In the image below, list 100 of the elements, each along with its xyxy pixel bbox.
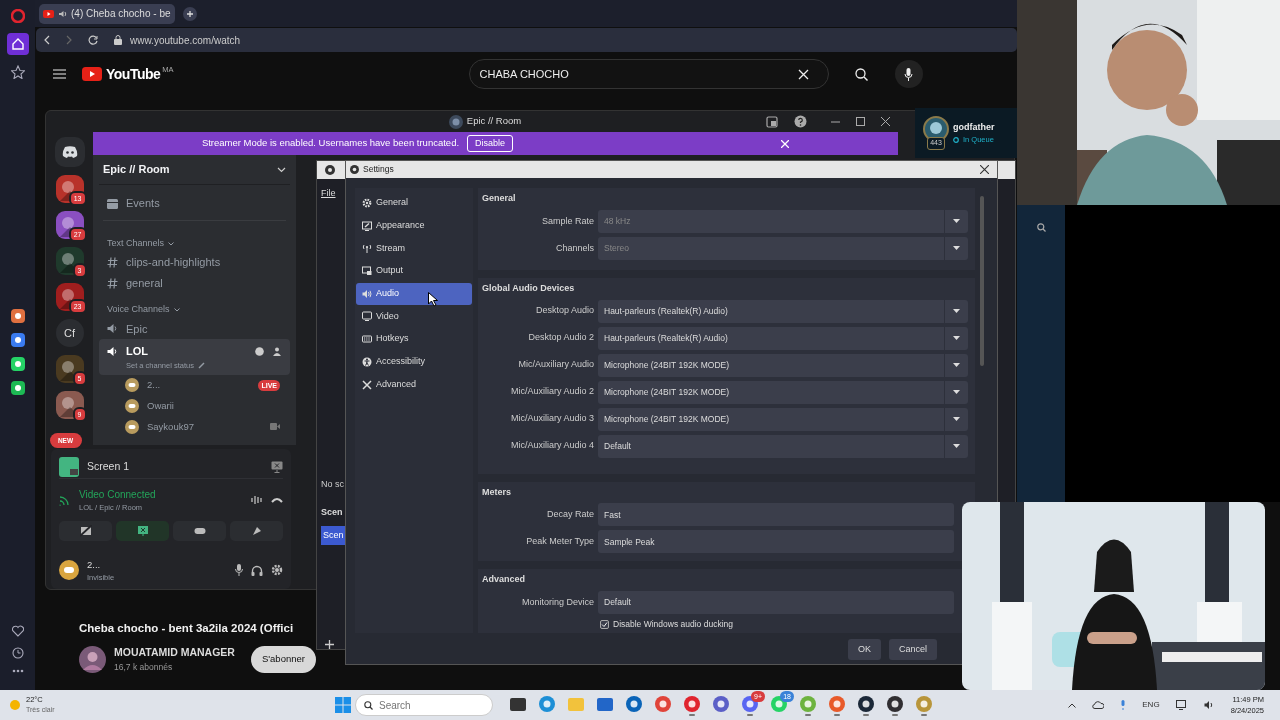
settings-nav-item[interactable]: General — [356, 192, 472, 214]
app-icon[interactable] — [886, 694, 904, 713]
star-icon[interactable] — [10, 65, 25, 79]
pencil-icon[interactable] — [197, 361, 205, 369]
headphones-icon[interactable] — [251, 564, 263, 576]
browser-tab[interactable]: (4) Cheba chocho - be — [39, 3, 175, 24]
volume-icon[interactable] — [1203, 700, 1215, 710]
settings-nav-item[interactable]: Audio — [356, 282, 472, 305]
screen-share-button[interactable] — [116, 521, 169, 542]
ok-button[interactable]: OK — [847, 639, 881, 660]
connection-status[interactable]: Video Connected — [79, 487, 243, 502]
scrollbar[interactable] — [980, 196, 984, 366]
channel-item[interactable]: general — [99, 273, 290, 294]
chevron-icon[interactable] — [168, 241, 175, 246]
settings-nav-item[interactable]: Accessibility — [356, 350, 472, 373]
home-icon[interactable] — [6, 33, 29, 55]
close-icon[interactable] — [881, 117, 890, 126]
dropdown[interactable]: Default — [598, 434, 968, 458]
dropdown[interactable]: Microphone (24BIT 192K MODE) — [598, 353, 968, 377]
section-title: Global Audio Devices — [482, 282, 576, 294]
settings-nav-item[interactable]: Appearance — [356, 214, 472, 237]
subscribe-button[interactable]: S'abonner — [250, 646, 316, 673]
close-icon[interactable] — [980, 165, 989, 174]
field-label: Sample Rate — [540, 214, 595, 228]
microphone-icon[interactable] — [235, 564, 243, 577]
dropdown[interactable]: Microphone (24BIT 192K MODE) — [598, 407, 968, 431]
server-icon[interactable]: Cf — [55, 319, 84, 347]
menu-icon[interactable] — [53, 69, 66, 79]
address-field[interactable]: www.youtube.com/watch — [130, 32, 241, 48]
settings-nav-item[interactable]: Advanced — [356, 373, 472, 396]
clear-icon[interactable] — [797, 68, 809, 80]
category-label[interactable]: Text Channels — [107, 236, 165, 251]
chevron-icon[interactable] — [173, 307, 180, 312]
activity-button[interactable] — [173, 521, 226, 542]
dropdown[interactable]: Fast — [598, 503, 954, 527]
server-icon[interactable] — [55, 247, 84, 275]
settings-icon[interactable] — [271, 564, 283, 577]
new-tab-icon[interactable] — [182, 6, 197, 21]
app-logo — [325, 165, 335, 175]
camera-button[interactable] — [59, 521, 112, 542]
channel-avatar[interactable] — [79, 646, 106, 673]
soundboard-button[interactable] — [230, 521, 283, 542]
dropdown[interactable]: Haut-parleurs (Realtek(R) Audio) — [598, 326, 968, 350]
menu-item[interactable]: File — [321, 187, 336, 201]
clock-icon[interactable] — [11, 647, 24, 659]
dropdown[interactable]: Default — [598, 591, 954, 615]
maximize-icon[interactable] — [856, 117, 865, 126]
hang-up-icon[interactable] — [271, 497, 283, 504]
browser-logo-icon[interactable] — [10, 9, 25, 23]
checkbox[interactable]: Disable Windows audio ducking — [598, 618, 733, 631]
channel-item[interactable]: Epic — [99, 318, 290, 340]
search-icon[interactable] — [1036, 223, 1046, 232]
search-field[interactable]: Search — [377, 696, 477, 714]
subscriber-count: 16,7 k abonnés — [114, 661, 174, 674]
category-label[interactable]: Voice Channels — [107, 303, 170, 317]
start-icon[interactable] — [335, 697, 351, 713]
language-indicator[interactable]: ENG — [1142, 699, 1160, 711]
search-bar[interactable]: Search — [355, 694, 493, 716]
search-bar[interactable]: CHABA CHOCHO — [468, 59, 829, 89]
heart-icon[interactable] — [11, 625, 24, 637]
settings-nav-item[interactable]: Video — [356, 305, 472, 328]
member-item[interactable]: Saykouk97 — [99, 416, 290, 438]
app-icon[interactable] — [10, 357, 25, 371]
app-icon[interactable] — [10, 381, 25, 395]
user-avatar[interactable] — [59, 560, 79, 581]
server-name[interactable]: Epic // Room — [103, 161, 170, 178]
server-icon[interactable] — [55, 355, 84, 383]
channel-name[interactable]: MOUATAMID MANAGER — [114, 645, 235, 661]
cancel-button[interactable]: Cancel — [889, 639, 937, 660]
stop-stream-icon[interactable] — [271, 460, 283, 473]
help-icon[interactable] — [794, 115, 807, 128]
add-member-icon[interactable] — [272, 346, 282, 356]
disable-button[interactable]: Disable — [467, 134, 514, 153]
channel-item[interactable]: clips-and-highlights — [99, 252, 290, 273]
settings-nav-item[interactable]: Output — [356, 260, 472, 283]
chevron-up-icon[interactable] — [1068, 702, 1077, 708]
scene-item[interactable]: Scen — [321, 525, 347, 545]
reload-icon[interactable] — [88, 35, 98, 45]
app-icon[interactable] — [10, 333, 25, 347]
events-item[interactable]: Events — [99, 193, 290, 215]
back-icon[interactable] — [44, 35, 50, 45]
add-icon[interactable] — [325, 640, 334, 649]
site-logo[interactable]: YouTube — [82, 63, 161, 85]
more-icon[interactable] — [11, 669, 24, 673]
dropdown[interactable]: Microphone (24BIT 192K MODE) — [598, 380, 968, 404]
chevron-icon[interactable] — [277, 166, 286, 173]
home-button[interactable] — [54, 137, 85, 167]
settings-nav-item[interactable]: Hotkeys — [356, 328, 472, 351]
app-icon[interactable] — [10, 309, 25, 323]
settings-nav-item[interactable]: Stream — [356, 237, 472, 260]
dropdown[interactable]: Haut-parleurs (Realtek(R) Audio) — [598, 299, 968, 323]
sound-wave-icon[interactable] — [251, 495, 263, 506]
search-field[interactable]: CHABA CHOCHO — [477, 64, 798, 84]
cloud-icon[interactable] — [1092, 701, 1105, 709]
dropdown[interactable]: Sample Peak — [598, 530, 954, 554]
server-icon[interactable] — [55, 391, 84, 419]
member-item[interactable]: Owarii — [99, 395, 290, 417]
network-icon[interactable] — [1175, 700, 1188, 710]
voice-search-button[interactable] — [894, 60, 923, 88]
app-icon[interactable] — [857, 694, 875, 713]
